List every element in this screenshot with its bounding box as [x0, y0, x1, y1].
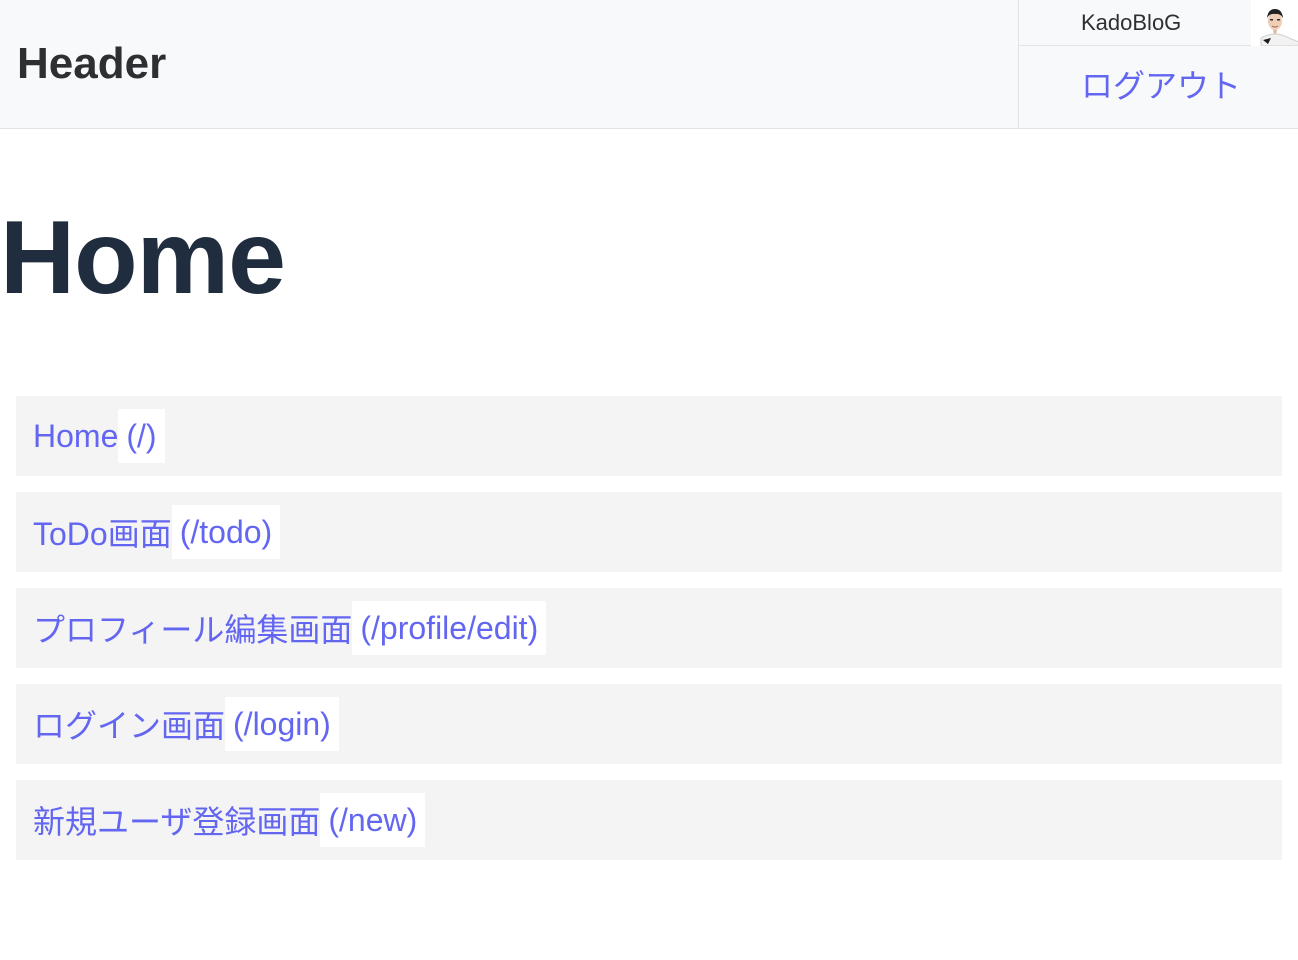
nav-link-profile-edit[interactable]: プロフィール編集画面 (/profile/edit) [33, 601, 547, 655]
nav-link-path: (/todo) [171, 505, 281, 559]
nav-link-path: (/profile/edit) [352, 601, 547, 655]
nav-link-label: ログイン画面 [33, 708, 226, 744]
nav-item-new-user: 新規ユーザ登録画面 (/new) [16, 780, 1282, 860]
nav-link-path: (/) [118, 409, 165, 463]
avatar-icon [1251, 0, 1298, 46]
nav-item-profile-edit: プロフィール編集画面 (/profile/edit) [16, 588, 1282, 668]
nav-link-label: ToDo画面 [33, 516, 172, 552]
nav-item-todo: ToDo画面 (/todo) [16, 492, 1282, 572]
username: KadoBloG [1081, 10, 1182, 35]
nav-link-path: (/new) [320, 793, 426, 847]
page-title: Home [0, 200, 286, 316]
nav-item-home: Home (/) [16, 396, 1282, 476]
nav-link-label: Home [33, 417, 119, 454]
nav-link-label: プロフィール編集画面 [33, 612, 353, 648]
header-title: Header [17, 39, 167, 88]
page-nav-list: Home (/) ToDo画面 (/todo) プロフィール編集画面 (/pro… [16, 396, 1282, 876]
app-header: Header KadoBloG ログアウト [0, 0, 1298, 129]
nav-item-login: ログイン画面 (/login) [16, 684, 1282, 764]
nav-link-login[interactable]: ログイン画面 (/login) [33, 697, 339, 751]
nav-link-label: 新規ユーザ登録画面 [33, 804, 321, 840]
logout-link[interactable]: ログアウト [1081, 66, 1241, 106]
nav-link-path: (/login) [225, 697, 339, 751]
nav-link-todo[interactable]: ToDo画面 (/todo) [33, 505, 281, 559]
nav-link-new-user[interactable]: 新規ユーザ登録画面 (/new) [33, 793, 426, 847]
avatar[interactable] [1251, 0, 1298, 46]
user-info: KadoBloG [1019, 0, 1298, 46]
user-panel: KadoBloG ログアウト [1018, 0, 1298, 128]
nav-link-home[interactable]: Home (/) [33, 409, 165, 463]
